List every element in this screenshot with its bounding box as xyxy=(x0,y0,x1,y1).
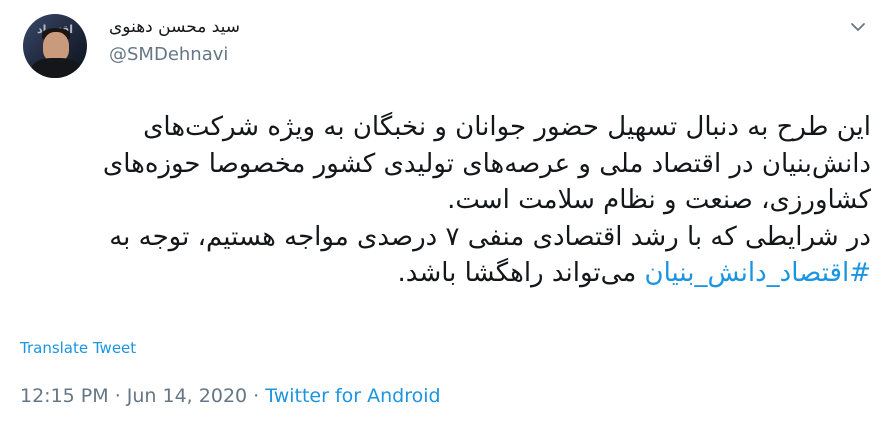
avatar-suit xyxy=(31,58,81,78)
tweet-line-rest: می‌تواند راهگشا باشد. xyxy=(397,258,645,288)
translate-tweet-link[interactable]: Translate Tweet xyxy=(20,339,136,357)
author-display-name[interactable]: سید محسن دهنوی xyxy=(109,16,240,38)
tweet-line: دانش‌بنیان در اقتصاد ملی و عرصه‌های تولی… xyxy=(102,148,871,179)
tweet-header: اقتصاد دان سید محسن دهنوی @SMDehnavi xyxy=(20,8,871,78)
meta-separator: · xyxy=(108,385,127,407)
tweet-line: این طرح به دنبال تسهیل حضور جوانان و نخب… xyxy=(143,112,871,142)
author-handle[interactable]: @SMDehnavi xyxy=(109,42,240,68)
tweet-source-link[interactable]: Twitter for Android xyxy=(265,385,440,407)
author-info[interactable]: سید محسن دهنوی @SMDehnavi xyxy=(109,16,240,68)
tweet-line: کشاورزی، صنعت و نظام سلامت است. xyxy=(447,185,871,215)
tweet-date[interactable]: Jun 14, 2020 xyxy=(127,385,247,407)
meta-separator: · xyxy=(247,385,266,407)
chevron-down-icon[interactable] xyxy=(849,18,867,36)
tweet-time[interactable]: 12:15 PM xyxy=(20,385,109,407)
tweet-line: در شرایطی که با رشد اقتصادی منفی ۷ درصدی… xyxy=(109,221,871,252)
hashtag-link[interactable]: #اقتصاد_دانش_بنیان xyxy=(645,258,871,288)
tweet-text: این طرح به دنبال تسهیل حضور جوانان و نخب… xyxy=(20,109,871,292)
avatar[interactable]: اقتصاد دان xyxy=(23,14,87,78)
tweet-line-with-hashtag: #اقتصاد_دانش_بنیان می‌تواند راهگشا باشد. xyxy=(20,255,871,292)
tweet-meta: 12:15 PM · Jun 14, 2020 · Twitter for An… xyxy=(20,385,441,407)
